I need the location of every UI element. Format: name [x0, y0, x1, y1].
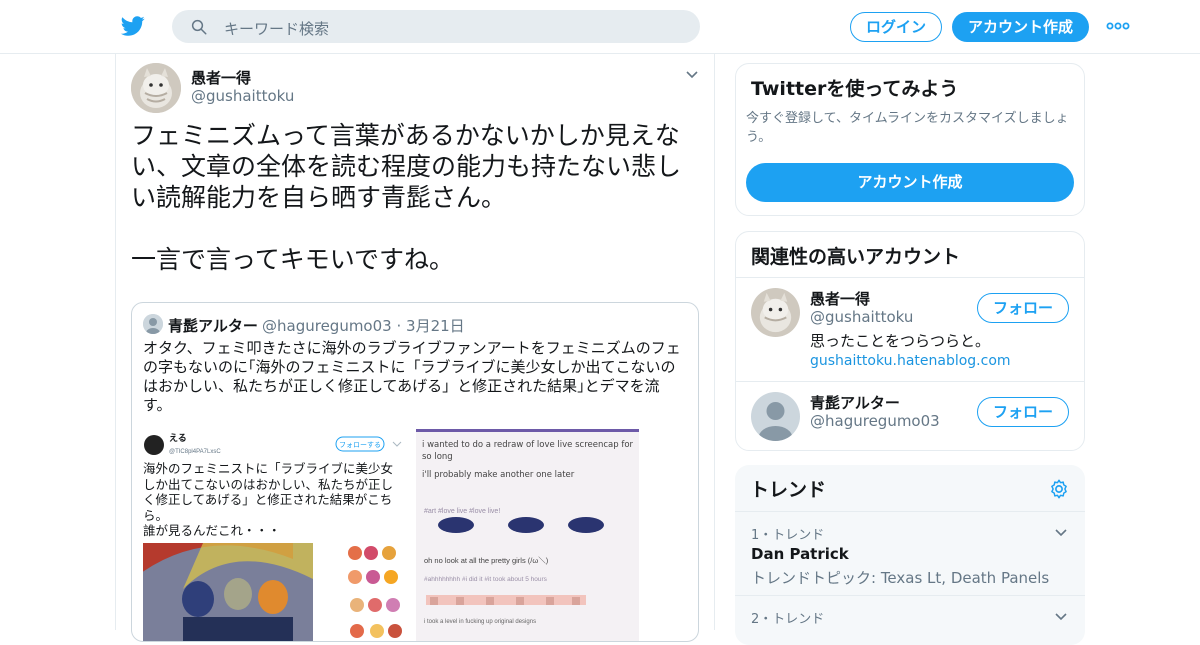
character-thumbnails [343, 543, 405, 641]
embedded-post-line: i took a level in fucking up original de… [424, 619, 536, 625]
quoted-author-handle: @haguregumo03 [262, 317, 392, 335]
author-name[interactable]: 愚者一得 [191, 67, 251, 88]
cat-avatar-image [131, 63, 181, 113]
related-account-handle: @haguregumo03 [810, 412, 940, 430]
tweet-column: 愚者一得 @gushaittoku フェミニズムって言葉があるかないかしか見えな… [115, 54, 715, 642]
related-account-avatar[interactable] [751, 288, 800, 337]
follow-button[interactable]: フォロー [977, 397, 1069, 427]
signup-button[interactable]: アカウント作成 [952, 12, 1089, 42]
embedded-post-line: i wanted to do a redraw of love live scr… [422, 440, 634, 462]
embedded-author-name: える [169, 433, 187, 443]
trend-name[interactable]: Dan Patrick [751, 545, 849, 563]
embedded-follow-label: フォローする [339, 441, 381, 449]
chevron-down-icon[interactable] [1053, 608, 1069, 624]
related-account-name[interactable]: 青髭アルター [810, 392, 900, 413]
login-button[interactable]: ログイン [850, 12, 942, 42]
tweet-text: フェミニズムって言葉があるかないかしか見えない、文章の全体を読む程度の能力も持た… [131, 120, 701, 275]
twitter-bird-icon[interactable] [120, 14, 146, 38]
default-avatar-image [751, 392, 800, 441]
character-heads-strip [438, 517, 604, 533]
search-input[interactable]: キーワード検索 [172, 10, 700, 43]
embedded-post-line: oh no look at all the pretty girls (/ω＼) [424, 556, 549, 565]
related-account-link[interactable]: gushaittoku.hatenablog.com [810, 353, 1011, 369]
signup-card-subtitle: 今すぐ登録して、タイムラインをカスタマイズしましょう。 [746, 111, 1069, 145]
quoted-tweet[interactable]: 青髭アルター @haguregumo03 · 3月21日 オタク、フェミ叩きたさ… [131, 302, 699, 642]
search-icon [191, 19, 207, 35]
signup-card: Twitterを使ってみよう 今すぐ登録して、タイムラインをカスタマイズしましょ… [735, 63, 1085, 216]
embedded-tweet-screenshot: える @TIC8pl4PA7LxsC フォローする 海外のフェミニストに「ラブラ… [143, 429, 407, 641]
related-account-avatar[interactable] [751, 392, 800, 441]
embedded-post-tags: #ahhhhhhhh #i did it #it took about 5 ho… [424, 576, 548, 583]
related-accounts-title: 関連性の高いアカウント [751, 246, 961, 268]
embedded-tweet-text: 海外のフェミニストに「ラブライブに美少女しか出てこないのはおかしい、私たちが正し… [143, 461, 394, 538]
cat-avatar-image [751, 288, 800, 337]
related-account-bio: 思ったことをつらつらと。 [810, 332, 991, 350]
trend-item[interactable]: 1・トレンド Dan Patrick トレンドトピック: Texas Lt, D… [735, 511, 1085, 595]
chevron-down-icon[interactable] [684, 66, 700, 82]
signup-card-title: Twitterを使ってみよう [751, 78, 959, 100]
follow-button[interactable]: フォロー [977, 293, 1069, 323]
trend-meta: 1・トレンド [751, 528, 825, 543]
embedded-author-handle: @TIC8pl4PA7LxsC [169, 449, 221, 455]
trend-meta: 2・トレンド [751, 612, 825, 627]
related-account-item[interactable]: 愚者一得 @gushaittoku フォロー 思ったことをつらつらと。 gush… [736, 277, 1084, 381]
trends-card: トレンド 1・トレンド Dan Patrick トレンドトピック: Texas … [735, 465, 1085, 645]
search-placeholder: キーワード検索 [224, 20, 330, 38]
chevron-down-icon[interactable] [1053, 524, 1069, 540]
embedded-post-tags: #art #love live #love live! [424, 508, 500, 515]
related-accounts-card: 関連性の高いアカウント 愚者一得 @gushaittoku フォロー 思ったこと… [735, 231, 1085, 451]
tweet-text-paragraph: 一言で言ってキモいですね。 [131, 245, 455, 274]
quoted-author-name: 青髭アルター [168, 317, 258, 335]
quoted-author-avatar [143, 314, 163, 334]
author-avatar[interactable] [131, 63, 181, 113]
related-account-item[interactable]: 青髭アルター @haguregumo03 フォロー [736, 381, 1084, 450]
quoted-text: オタク、フェミ叩きたさに海外のラブライブファンアートをフェミニズムのフェの字もな… [143, 339, 681, 414]
author-handle[interactable]: @gushaittoku [191, 87, 294, 105]
embedded-post-line: i'll probably make another one later [422, 470, 575, 480]
related-account-name[interactable]: 愚者一得 [810, 288, 870, 309]
meta-separator: · [396, 317, 407, 335]
quoted-date: 3月21日 [406, 317, 465, 335]
trends-title: トレンド [750, 479, 827, 501]
trend-item[interactable]: 2・トレンド [735, 595, 1085, 645]
tweet-text-paragraph: フェミニズムって言葉があるかないかしか見えない、文章の全体を読む程度の能力も持た… [131, 121, 682, 212]
more-dots-icon[interactable] [1106, 16, 1130, 36]
embedded-post-screenshot: i wanted to do a redraw of love live scr… [416, 429, 639, 641]
create-account-button[interactable]: アカウント作成 [746, 163, 1074, 202]
quoted-author-meta: @haguregumo03 · 3月21日 [262, 315, 465, 336]
quoted-image-left[interactable]: える @TIC8pl4PA7LxsC フォローする 海外のフェミニストに「ラブラ… [143, 429, 407, 641]
quoted-image-right[interactable]: i wanted to do a redraw of love live scr… [416, 429, 639, 641]
trend-topic: トレンドトピック: Texas Lt, Death Panels [751, 569, 1050, 587]
gear-icon[interactable] [1048, 478, 1070, 500]
character-feet-strip [426, 595, 586, 605]
top-navigation-bar: キーワード検索 ログイン アカウント作成 [0, 0, 1200, 54]
related-account-handle: @gushaittoku [810, 308, 914, 326]
